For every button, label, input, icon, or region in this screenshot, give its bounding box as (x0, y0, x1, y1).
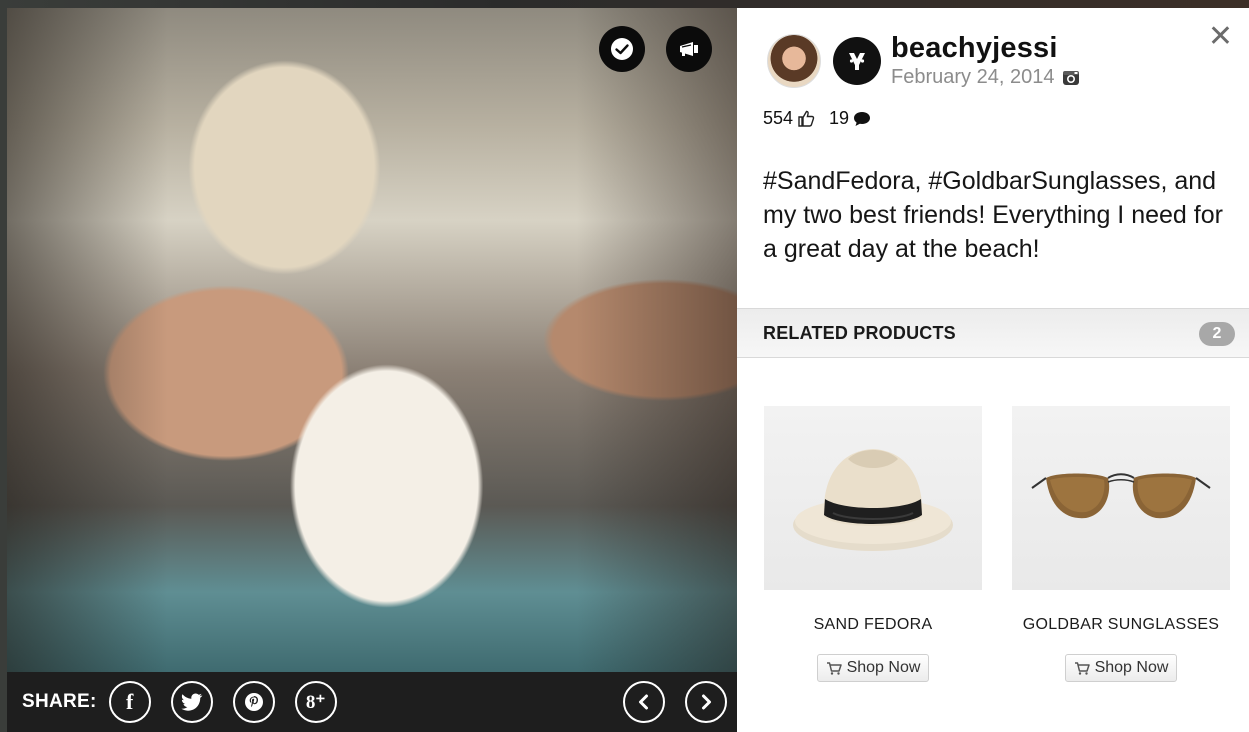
post-caption: #SandFedora, #GoldbarSunglasses, and my … (763, 167, 1223, 263)
share-pinterest-button[interactable] (232, 681, 275, 723)
like-count-value: 554 (763, 108, 794, 128)
megaphone-icon (680, 42, 698, 56)
product-image-sand-fedora[interactable] (764, 406, 982, 590)
post-modal: SHARE: f 8⁺ ✕ beachyjessi February 24, 2… (7, 8, 1249, 732)
aviator-sunglasses-icon (1031, 473, 1211, 519)
comment-bubble-icon (854, 111, 871, 126)
product-name: SAND FEDORA (813, 616, 933, 633)
avatar[interactable] (767, 33, 821, 88)
product-image-goldbar-sunglasses[interactable] (1012, 406, 1230, 590)
photo-panel: SHARE: f 8⁺ (7, 8, 737, 732)
product-card: GOLDBAR SUNGLASSES Shop Now (1011, 406, 1231, 682)
product-name: GOLDBAR SUNGLASSES (1022, 616, 1220, 633)
comment-count-value: 19 (829, 108, 850, 128)
next-post-button[interactable] (685, 681, 727, 723)
shop-now-button[interactable]: Shop Now (816, 654, 930, 682)
like-count[interactable]: 554 (763, 108, 815, 129)
post-stats: 554 19 (763, 108, 885, 129)
google-plus-icon: 8⁺ (305, 691, 326, 713)
user-meta: beachyjessi February 24, 2014 (891, 32, 1080, 89)
brand-logo-icon (833, 36, 881, 85)
comment-count[interactable]: 19 (829, 108, 871, 129)
facebook-icon: f (125, 689, 134, 714)
instagram-camera-icon (1063, 71, 1080, 85)
post-date: February 24, 2014 (891, 66, 1055, 88)
promote-button[interactable] (666, 26, 712, 72)
share-facebook-button[interactable]: f (108, 681, 151, 723)
related-products-list: SAND FEDORA Shop Now GOLDBAR SUNGLASSES … (763, 406, 1231, 682)
chevron-left-icon (639, 694, 648, 710)
check-icon (611, 38, 633, 60)
share-label: SHARE: (22, 691, 97, 712)
shop-now-label: Shop Now (1094, 659, 1169, 676)
shopping-cart-icon (826, 661, 842, 675)
share-bar: SHARE: f 8⁺ (7, 672, 737, 732)
product-card: SAND FEDORA Shop Now (763, 406, 983, 682)
photo-shade (7, 8, 737, 672)
username-link[interactable]: beachyjessi (891, 32, 1080, 65)
thumbs-up-icon (798, 110, 815, 127)
fedora-hat-icon (793, 449, 953, 551)
pinterest-icon (244, 693, 263, 711)
approve-button[interactable] (599, 26, 645, 72)
post-info-panel: ✕ beachyjessi February 24, 2014 554 19 #… (737, 8, 1249, 732)
close-icon[interactable]: ✕ (1208, 22, 1233, 52)
chevron-right-icon (702, 694, 711, 710)
related-products-title: RELATED PRODUCTS (763, 322, 956, 343)
related-products-header: RELATED PRODUCTS 2 (737, 308, 1249, 358)
twitter-icon (181, 693, 202, 711)
user-row: beachyjessi February 24, 2014 (767, 32, 1080, 89)
share-google-plus-button[interactable]: 8⁺ (294, 681, 337, 723)
photo-navigation (603, 681, 727, 723)
previous-post-button[interactable] (623, 681, 665, 723)
date-row: February 24, 2014 (891, 66, 1080, 89)
shop-now-label: Shop Now (846, 659, 921, 676)
share-twitter-button[interactable] (170, 681, 213, 723)
shopping-cart-icon (1074, 661, 1090, 675)
related-products-count-badge: 2 (1199, 322, 1235, 346)
shop-now-button[interactable]: Shop Now (1064, 654, 1178, 682)
